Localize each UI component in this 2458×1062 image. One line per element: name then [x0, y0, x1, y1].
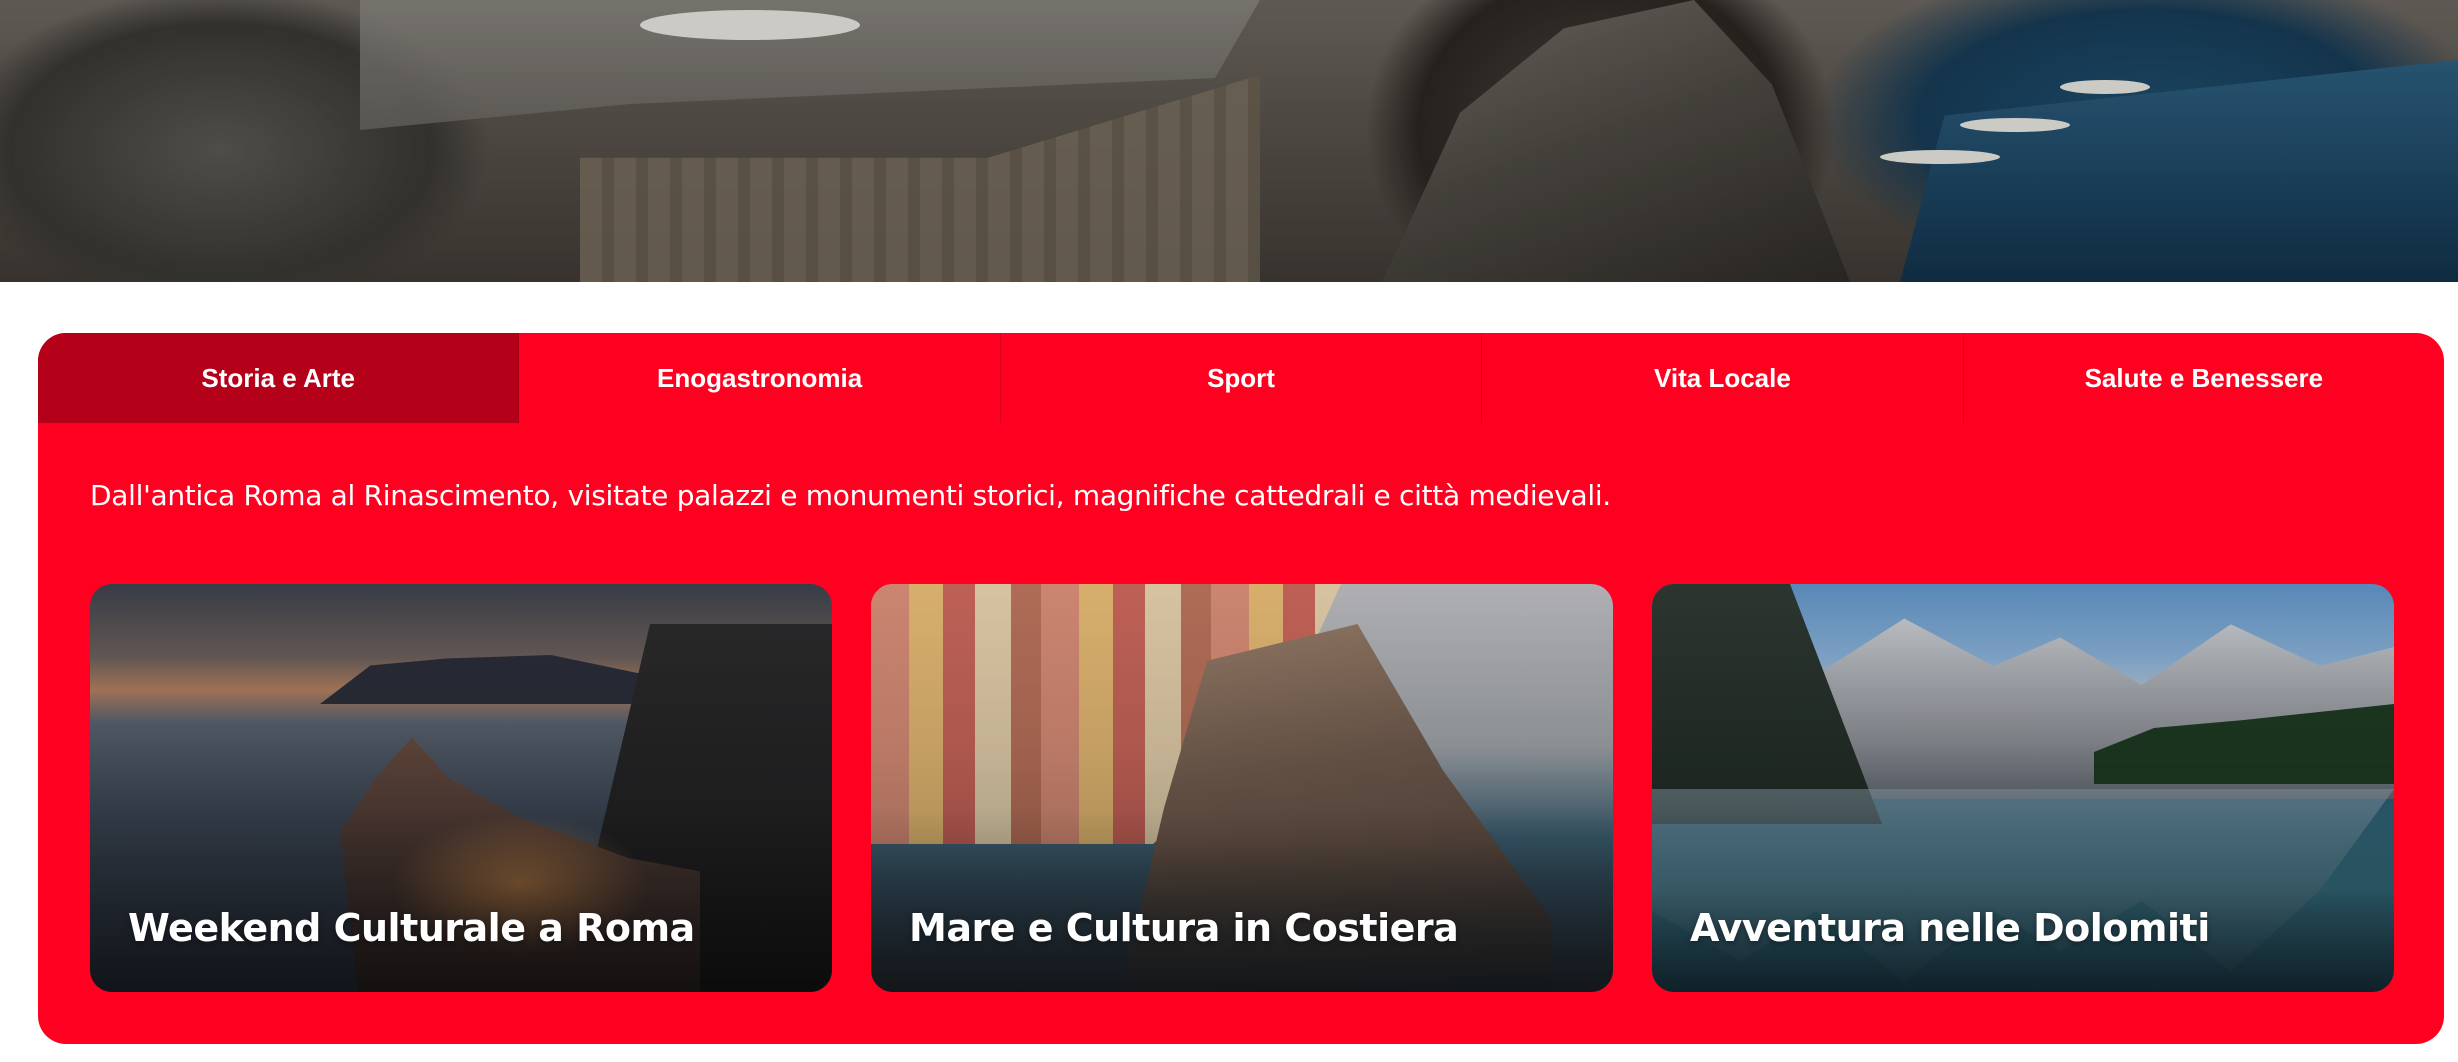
card-weekend-culturale-roma[interactable]: Weekend Culturale a Roma [90, 584, 832, 992]
category-description: Dall'antica Roma al Rinascimento, visita… [90, 479, 1611, 512]
category-tabs: Storia e Arte Enogastronomia Sport Vita … [38, 333, 2444, 423]
card-mare-e-cultura-costiera[interactable]: Mare e Cultura in Costiera [871, 584, 1613, 992]
tab-sport[interactable]: Sport [1001, 333, 1483, 423]
hero-banner-image [0, 0, 2458, 282]
hero-shade [0, 0, 2458, 282]
category-panel: Storia e Arte Enogastronomia Sport Vita … [38, 333, 2444, 1044]
tab-storia-e-arte[interactable]: Storia e Arte [38, 333, 520, 423]
card-avventura-dolomiti[interactable]: Avventura nelle Dolomiti [1652, 584, 2394, 992]
card-title: Mare e Cultura in Costiera [909, 906, 1459, 950]
tab-enogastronomia[interactable]: Enogastronomia [519, 333, 1001, 423]
tab-salute-e-benessere[interactable]: Salute e Benessere [1964, 333, 2444, 423]
card-title: Weekend Culturale a Roma [128, 906, 695, 950]
card-title: Avventura nelle Dolomiti [1690, 906, 2210, 950]
tab-vita-locale[interactable]: Vita Locale [1482, 333, 1964, 423]
experience-cards: Weekend Culturale a Roma Mare e Cultura … [90, 584, 2394, 992]
